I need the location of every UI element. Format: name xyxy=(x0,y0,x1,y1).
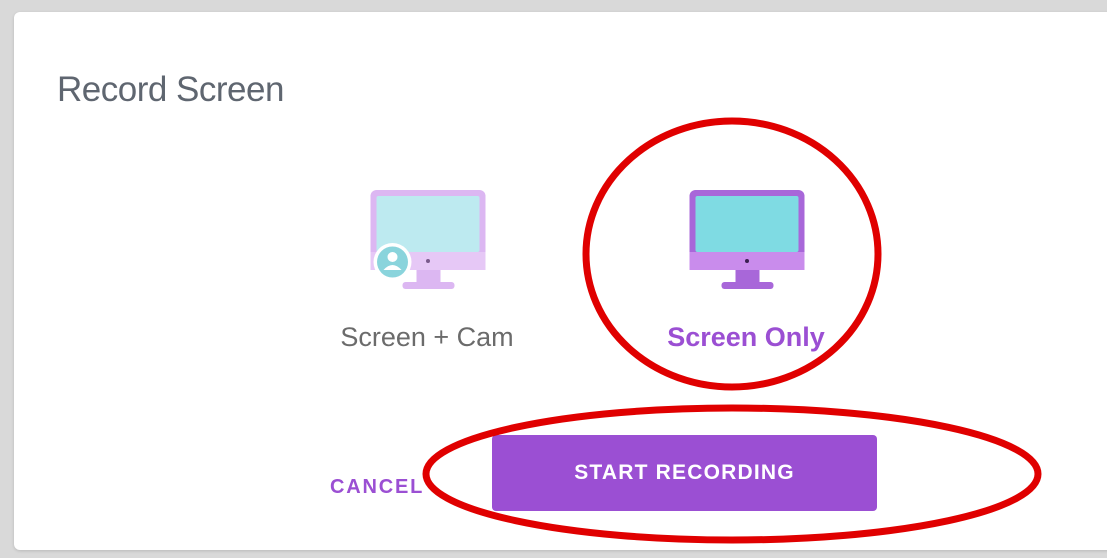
option-screen-only[interactable]: Screen Only xyxy=(616,190,876,370)
option-label-screen-only: Screen Only xyxy=(667,322,825,352)
option-label-screen-cam: Screen + Cam xyxy=(340,322,514,352)
cancel-button[interactable]: CANCEL xyxy=(320,461,450,513)
dialog-title: Record Screen xyxy=(57,70,284,109)
monitor-with-user-icon xyxy=(370,190,486,289)
monitor-icon xyxy=(689,190,805,289)
start-recording-button[interactable]: START RECORDING xyxy=(492,435,877,511)
option-screen-cam[interactable]: Screen + Cam xyxy=(297,190,557,370)
record-screen-dialog: Record Screen Screen + Cam Screen Only C… xyxy=(14,12,1107,550)
